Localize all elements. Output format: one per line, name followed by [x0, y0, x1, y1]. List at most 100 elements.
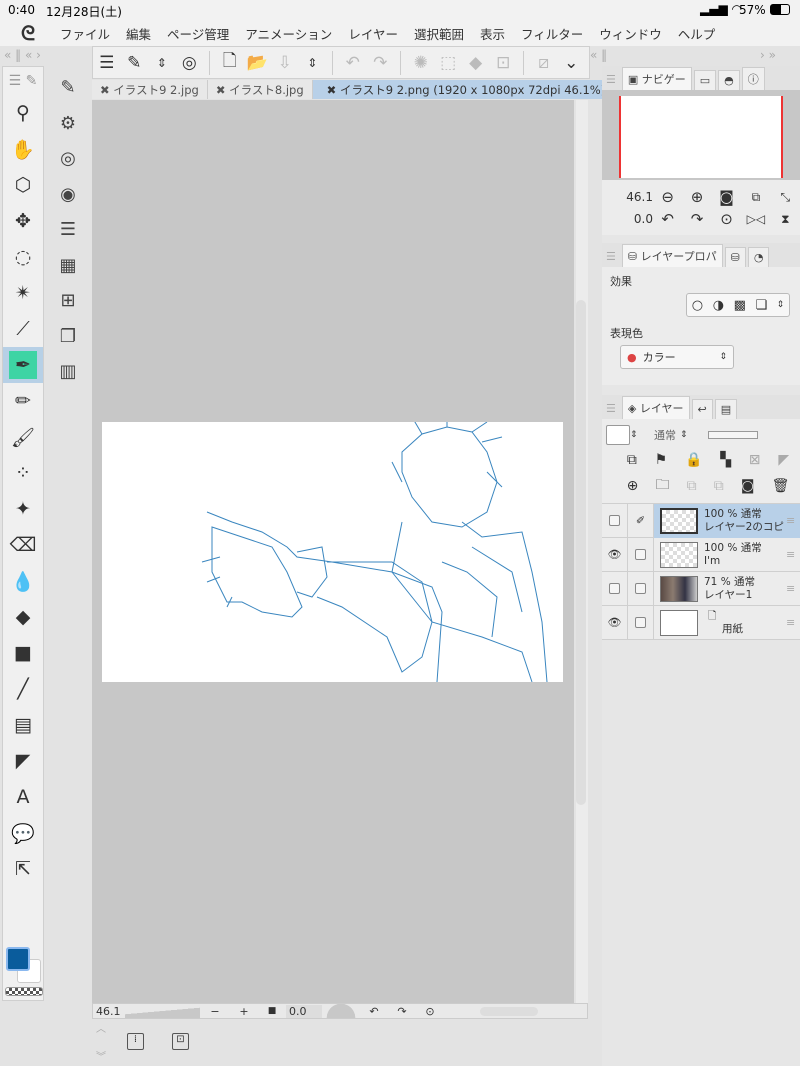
- updown-icon[interactable]: ⇕: [630, 430, 644, 440]
- tab-animation-cels-icon[interactable]: ▤: [714, 399, 738, 419]
- airbrush-tool-icon[interactable]: ⁘: [3, 455, 43, 491]
- undo-icon[interactable]: ↶: [339, 53, 367, 73]
- menu-animation[interactable]: アニメーション: [245, 24, 332, 43]
- chevron-double-down-icon[interactable]: ︾: [96, 1048, 106, 1063]
- panel-menu-icon[interactable]: ☰: [606, 402, 616, 415]
- menu-edit[interactable]: 編集: [126, 24, 151, 43]
- app-logo-icon[interactable]: ᘓ: [8, 21, 48, 45]
- magic-wand-icon[interactable]: ✴: [3, 275, 43, 311]
- blend-tool-icon[interactable]: 💧: [3, 563, 43, 599]
- layer-row[interactable]: 👁 🗋 用紙 ≡: [602, 605, 800, 640]
- reference-layer-icon[interactable]: ⚑: [655, 452, 668, 468]
- zoom-out-icon[interactable]: ⊖: [653, 188, 682, 206]
- visibility-eye-icon[interactable]: 👁: [602, 537, 628, 572]
- updown-icon[interactable]: ⇕: [148, 56, 176, 70]
- menu-file[interactable]: ファイル: [60, 24, 110, 43]
- zoom-in-icon[interactable]: ⊕: [682, 188, 711, 206]
- horizontal-scrollbar[interactable]: [480, 1006, 538, 1016]
- text-tool-icon[interactable]: A: [3, 779, 43, 815]
- updown-icon[interactable]: ⇕: [777, 300, 785, 310]
- new-raster-layer-icon[interactable]: ⊕: [627, 478, 639, 494]
- collapse-right-icon[interactable]: « ‖: [590, 48, 607, 62]
- actual-size-icon[interactable]: ⧉: [741, 190, 770, 205]
- clear-outside-icon[interactable]: ⬚: [434, 53, 462, 73]
- fill-icon[interactable]: ◆: [462, 53, 490, 73]
- canvas-area[interactable]: [92, 100, 574, 1003]
- chevron-down-icon[interactable]: ⌄: [558, 53, 586, 73]
- clip-studio-icon[interactable]: ◎: [176, 53, 204, 73]
- menu-layer[interactable]: レイヤー: [348, 24, 398, 43]
- ruler-disable-icon[interactable]: ◤: [778, 452, 789, 468]
- pen-tool-icon[interactable]: ✒: [3, 347, 43, 383]
- expression-color-select[interactable]: ● カラー ⇕: [620, 345, 734, 369]
- combine-down-icon[interactable]: ⧉: [714, 478, 724, 494]
- tone-icon[interactable]: ▩: [734, 298, 746, 313]
- gradient-tool-icon[interactable]: ■: [3, 635, 43, 671]
- tab-history-icon[interactable]: ↩: [691, 399, 713, 419]
- panel-menu-icon[interactable]: ☰: [606, 73, 616, 86]
- object-tool-icon[interactable]: ⬡: [3, 167, 43, 203]
- expand-right-icon[interactable]: › »: [760, 48, 776, 62]
- deselect-icon[interactable]: ⧄: [530, 53, 558, 73]
- tab-navigator[interactable]: ▣ ナビゲー: [621, 67, 692, 90]
- edit-target-toggle[interactable]: [628, 571, 654, 606]
- effect-selector[interactable]: ○ ◑ ▩ ❏ ⇕: [686, 293, 790, 317]
- layer-color-swatch[interactable]: [606, 425, 630, 445]
- intermediate-color-icon[interactable]: ⊞: [48, 283, 88, 319]
- menu-icon[interactable]: ☰: [93, 53, 121, 73]
- drag-handle-icon[interactable]: ≡: [786, 548, 800, 561]
- color-slider-icon[interactable]: ☰: [48, 212, 88, 248]
- layer-row[interactable]: ✐ 100 % 通常 レイヤー2のコピ ≡: [602, 503, 800, 538]
- menu-view[interactable]: 表示: [480, 24, 505, 43]
- edit-target-pen-icon[interactable]: ✐: [628, 503, 654, 538]
- ruler-tool-icon[interactable]: ◤: [3, 743, 43, 779]
- tab-layer[interactable]: ◈ レイヤー: [621, 396, 690, 419]
- brush-tool-icon[interactable]: 🖌: [3, 419, 43, 455]
- visibility-toggle[interactable]: [602, 571, 628, 606]
- zoom-in-button[interactable]: +: [230, 1005, 258, 1018]
- rotate-right-icon[interactable]: ↷: [388, 1005, 416, 1018]
- color-circle-icon[interactable]: ◉: [48, 177, 88, 213]
- edit-target-toggle[interactable]: [628, 605, 654, 640]
- reset-rotation-icon[interactable]: ⊙: [712, 210, 741, 228]
- extract-line-icon[interactable]: ◑: [713, 298, 724, 313]
- menu-filter[interactable]: フィルター: [521, 24, 583, 43]
- rotate-left-icon[interactable]: ↶: [360, 1005, 388, 1018]
- balloon-tool-icon[interactable]: 💬: [3, 815, 43, 851]
- transfer-down-icon[interactable]: ⧉: [687, 478, 697, 494]
- clear-icon[interactable]: ✺: [407, 53, 435, 73]
- pencil-tool-icon[interactable]: ✏: [3, 383, 43, 419]
- camera-icon[interactable]: ⊡: [172, 1033, 189, 1050]
- zoom-value[interactable]: 46.1: [93, 1005, 125, 1018]
- lock-icon[interactable]: 🔒: [685, 452, 702, 468]
- updown-icon[interactable]: ⇕: [680, 430, 694, 440]
- navigator-rotation-value[interactable]: 0.0: [602, 212, 653, 226]
- tool-property-icon[interactable]: ⚙: [48, 106, 88, 142]
- drag-handle-icon[interactable]: ≡: [786, 616, 800, 629]
- fit-screen-icon[interactable]: ◙: [712, 188, 741, 206]
- rotation-slider[interactable]: [322, 1004, 360, 1018]
- transparent-color-swatch[interactable]: [5, 987, 43, 996]
- panel-menu-icon[interactable]: ☰: [606, 250, 616, 263]
- flip-vertical-icon[interactable]: ⧗: [771, 212, 800, 227]
- clip-layer-icon[interactable]: ⧉: [627, 452, 637, 468]
- zoom-tool-icon[interactable]: ⚲: [3, 95, 43, 131]
- panel-layout-icon[interactable]: ⁞: [127, 1033, 144, 1050]
- reset-rotation-icon[interactable]: ⊙: [416, 1005, 444, 1018]
- brush-size-icon[interactable]: ◎: [48, 141, 88, 177]
- tab-document-3[interactable]: ✖ イラスト9 2.png (1920 x 1080px 72dpi 46.1%…: [312, 80, 615, 99]
- lasso-tool-icon[interactable]: ◌: [3, 239, 43, 275]
- drag-handle-icon[interactable]: ≡: [786, 514, 800, 527]
- fit-window-icon[interactable]: ⤡: [771, 190, 800, 205]
- updown-icon[interactable]: ⇕: [298, 56, 326, 70]
- layer-row[interactable]: 👁 100 % 通常 I'm ≡: [602, 537, 800, 572]
- lock-transparency-icon[interactable]: ▚: [720, 452, 731, 468]
- layer-color-icon[interactable]: ❏: [755, 298, 767, 313]
- decoration-tool-icon[interactable]: ✦: [3, 491, 43, 527]
- border-effect-icon[interactable]: ○: [692, 298, 703, 313]
- blend-mode-select[interactable]: 通常: [654, 427, 676, 443]
- zoom-slider[interactable]: [125, 1004, 200, 1018]
- navigator-zoom-value[interactable]: 46.1: [602, 190, 653, 204]
- approximate-color-icon[interactable]: ❐: [48, 319, 88, 355]
- open-folder-icon[interactable]: 📂: [243, 53, 271, 73]
